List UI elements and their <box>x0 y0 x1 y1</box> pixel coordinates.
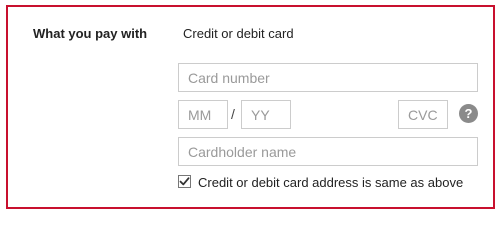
expiry-separator: / <box>231 106 235 122</box>
same-address-checkbox[interactable] <box>178 175 191 188</box>
same-address-label[interactable]: Credit or debit card address is same as … <box>198 175 463 190</box>
expiry-month-input[interactable] <box>178 100 228 129</box>
cvc-input[interactable] <box>398 100 448 129</box>
checkmark-icon <box>179 177 190 186</box>
card-number-input[interactable] <box>178 63 478 92</box>
expiry-year-input[interactable] <box>241 100 291 129</box>
payment-method-label: Credit or debit card <box>183 26 294 41</box>
question-mark-circle-icon[interactable]: ? <box>459 104 478 123</box>
section-label: What you pay with <box>33 26 148 41</box>
cardholder-name-input[interactable] <box>178 137 478 166</box>
